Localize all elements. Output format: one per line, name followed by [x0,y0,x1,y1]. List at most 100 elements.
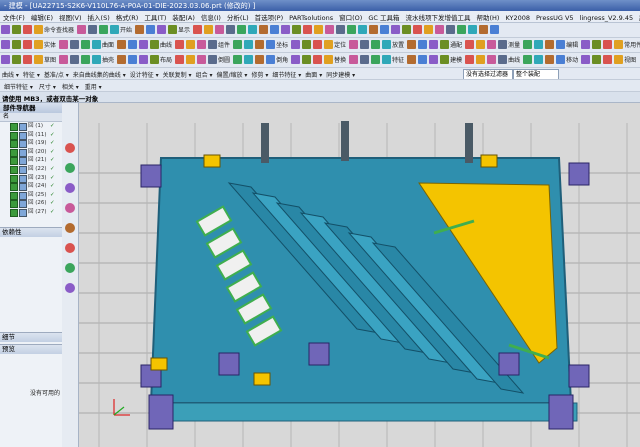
toolbar-tool-icon[interactable] [556,55,566,64]
navigator-row[interactable]: 回 (19) ✓ [0,139,62,149]
toolbar-tool-icon[interactable] [429,55,439,64]
menu-item[interactable]: 超凡标准件(S) [636,11,640,22]
preview-section[interactable]: 预览 [0,343,62,354]
toolbar-tool-icon[interactable] [391,25,401,34]
toolbar-tool-icon[interactable] [490,25,500,34]
toolbar-label[interactable]: 坐标 [276,40,288,49]
toolbar-tool-icon[interactable] [117,55,127,64]
navigator-row[interactable]: 回 (22) ✓ [0,165,62,174]
menu-item[interactable]: 编辑(E) [28,11,56,22]
toolbar-tool-icon[interactable] [592,55,602,64]
checkbox-icon[interactable] [10,208,18,217]
toolbar-menu[interactable]: 组合 ▾ [196,70,213,79]
toolbar-tool-icon[interactable] [325,25,335,34]
toolbar-tool-icon[interactable] [556,40,566,49]
toolbar-tool-icon[interactable] [281,25,291,34]
toolbar-tool-icon[interactable] [193,25,203,34]
constraint-icon[interactable] [65,283,75,293]
toolbar-tool-icon[interactable] [418,40,428,49]
toolbar-label[interactable]: 特征 [392,55,404,64]
toolbar-menu[interactable]: 曲面 ▾ [305,70,322,79]
toolbar-tool-icon[interactable] [313,40,323,49]
toolbar-tool-icon[interactable] [360,55,370,64]
navigator-row[interactable]: 回 (1) ✓ [0,122,62,131]
toolbar-tool-icon[interactable] [314,25,324,34]
toolbar-tool-icon[interactable] [358,25,368,34]
toolbar-tool-icon[interactable] [139,40,149,49]
menu-item[interactable]: 插入(S) [85,11,113,22]
toolbar-tool-icon[interactable] [208,55,218,64]
menu-item[interactable]: PARTsolutions [286,13,336,22]
toolbar-label[interactable]: 定位 [334,40,346,49]
toolbar-tool-icon[interactable] [128,55,138,64]
selection-scope-select[interactable]: 整个装配 [513,69,559,79]
menu-item[interactable]: 首选项(P) [252,11,287,22]
part-navigator-icon[interactable] [65,163,75,173]
toolbar-label[interactable]: 编辑 [566,40,578,49]
toolbar-tool-icon[interactable] [233,40,243,49]
toolbar-tool-icon[interactable] [12,55,21,64]
toolbar-tool-icon[interactable] [88,25,98,34]
toolbar-label[interactable]: 曲面 [102,40,114,49]
graphics-viewport[interactable] [79,103,640,447]
toolbar-tool-icon[interactable] [1,40,10,49]
toolbar-tool-icon[interactable] [259,25,269,34]
toolbar-menu[interactable]: 偏置/缩放 ▾ [216,70,247,79]
navigator-column-header[interactable]: 名 [0,113,62,122]
menu-item[interactable]: 分析(L) [224,11,252,22]
toolbar-tool-icon[interactable] [581,40,591,49]
toolbar-label[interactable]: 倒角 [276,55,288,64]
history-icon[interactable] [65,183,75,193]
toolbar-tool-icon[interactable] [1,25,10,34]
toolbar-tool-icon[interactable] [128,40,138,49]
menu-item[interactable]: 文件(F) [0,11,28,22]
toolbar-tool-icon[interactable] [175,40,185,49]
assembly-navigator-icon[interactable] [65,143,75,153]
toolbar-tool-icon[interactable] [291,55,301,64]
toolbar-tool-icon[interactable] [266,55,276,64]
toolbar-menu[interactable]: 曲线 ▾ [2,70,19,79]
navigator-row[interactable]: 回 (21) ✓ [0,156,62,166]
system-materials-icon[interactable] [65,263,75,273]
toolbar-tool-icon[interactable] [233,55,243,64]
toolbar-tool-icon[interactable] [614,40,624,49]
die-assembly-model[interactable] [79,103,640,447]
toolbar-menu[interactable]: 修剪 ▾ [251,70,268,79]
toolbar-menu[interactable]: 重用 ▾ [85,82,102,91]
toolbar-tool-icon[interactable] [465,55,475,64]
toolbar-tool-icon[interactable] [349,55,359,64]
toolbar-tool-icon[interactable] [34,40,43,49]
toolbar-tool-icon[interactable] [324,40,334,49]
toolbar-label[interactable]: 曲线 [508,55,520,64]
toolbar-tool-icon[interactable] [70,40,80,49]
toolbar-label[interactable]: 开始 [120,25,132,34]
toolbar-tool-icon[interactable] [157,25,167,34]
menu-item[interactable]: 信息(I) [198,11,224,22]
toolbar-tool-icon[interactable] [59,55,69,64]
toolbar-tool-icon[interactable] [614,55,624,64]
toolbar-tool-icon[interactable] [418,55,428,64]
toolbar-tool-icon[interactable] [382,40,392,49]
toolbar-tool-icon[interactable] [347,25,357,34]
toolbar-tool-icon[interactable] [204,25,214,34]
reuse-library-icon[interactable] [65,223,75,233]
roles-icon[interactable] [65,243,75,253]
toolbar-tool-icon[interactable] [34,25,43,34]
toolbar-tool-icon[interactable] [349,40,359,49]
selection-filter-select[interactable]: 没有选择过滤器 [463,69,513,79]
toolbar-tool-icon[interactable] [302,55,312,64]
toolbar-label[interactable]: 视图 [624,55,636,64]
toolbar-tool-icon[interactable] [23,40,32,49]
toolbar-tool-icon[interactable] [139,55,149,64]
toolbar-tool-icon[interactable] [150,40,160,49]
toolbar-tool-icon[interactable] [12,40,21,49]
toolbar-label[interactable]: 建模 [450,55,462,64]
toolbar-tool-icon[interactable] [324,55,334,64]
toolbar-tool-icon[interactable] [197,55,207,64]
toolbar-menu[interactable]: 关联复制 ▾ [163,70,192,79]
toolbar-label[interactable]: 移动 [566,55,578,64]
toolbar-tool-icon[interactable] [446,25,456,34]
toolbar-tool-icon[interactable] [215,25,225,34]
toolbar-tool-icon[interactable] [135,25,145,34]
toolbar-tool-icon[interactable] [255,40,265,49]
